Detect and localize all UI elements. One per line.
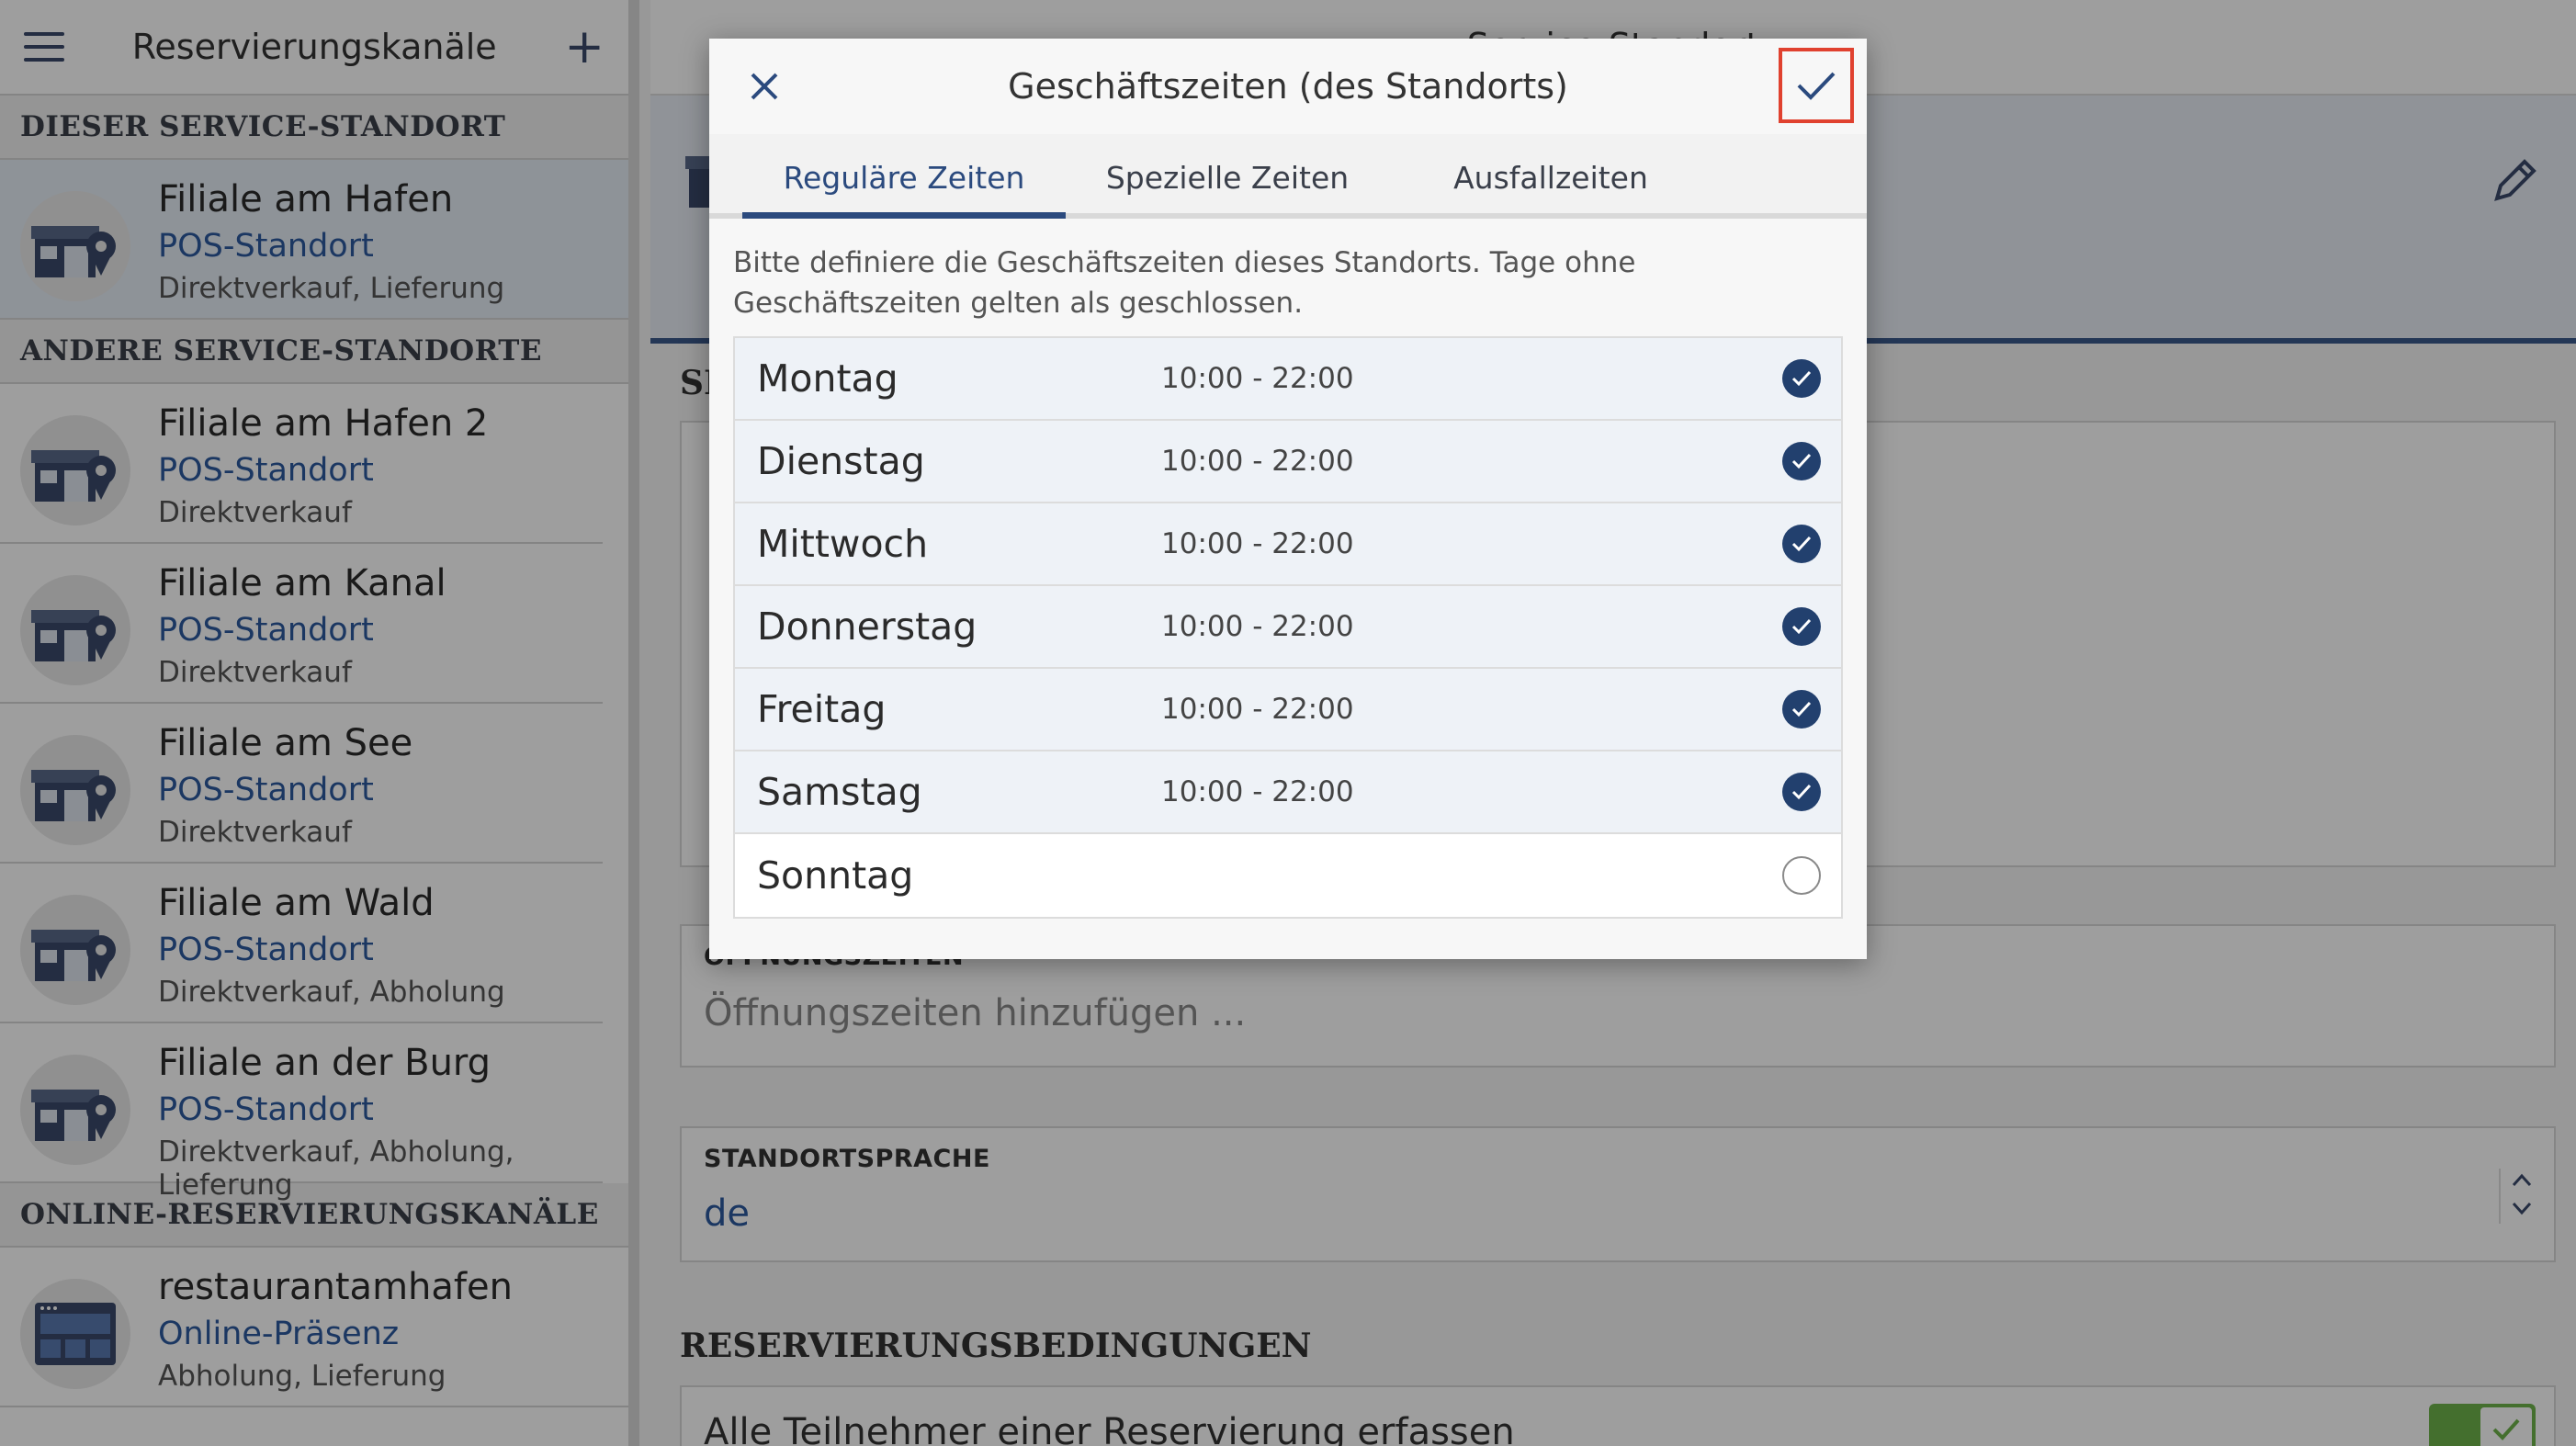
day-hours: 10:00 - 22:00 xyxy=(1161,527,1354,560)
day-checkbox[interactable] xyxy=(1782,773,1821,811)
day-name: Freitag xyxy=(757,687,887,731)
day-checkbox[interactable] xyxy=(1782,359,1821,398)
checkmark-icon xyxy=(1791,453,1812,469)
checkmark-icon xyxy=(1791,618,1812,635)
day-row-sunday[interactable]: Sonntag xyxy=(735,834,1841,917)
day-name: Dienstag xyxy=(757,439,925,483)
day-hours: 10:00 - 22:00 xyxy=(1161,693,1354,726)
day-name: Montag xyxy=(757,356,898,401)
checkmark-icon xyxy=(1791,536,1812,552)
day-name: Sonntag xyxy=(757,853,914,898)
tab-downtimes[interactable]: Ausfallzeiten xyxy=(1389,134,1712,213)
dialog-header: Geschäftszeiten (des Standorts) xyxy=(709,39,1867,134)
day-checkbox[interactable] xyxy=(1782,856,1821,895)
day-name: Mittwoch xyxy=(757,522,929,566)
dialog-description: Bitte definiere die Geschäftszeiten dies… xyxy=(733,246,1636,320)
day-checkbox[interactable] xyxy=(1782,690,1821,729)
day-row-tuesday[interactable]: Dienstag 10:00 - 22:00 xyxy=(735,421,1841,503)
confirm-button[interactable] xyxy=(1779,48,1854,123)
day-name: Samstag xyxy=(757,770,922,814)
checkmark-icon xyxy=(1797,72,1836,100)
day-checkbox[interactable] xyxy=(1782,525,1821,563)
day-hours: 10:00 - 22:00 xyxy=(1161,775,1354,808)
day-checkbox[interactable] xyxy=(1782,607,1821,646)
day-hours: 10:00 - 22:00 xyxy=(1161,445,1354,478)
weekday-list: Montag 10:00 - 22:00 Dienstag 10:00 - 22… xyxy=(733,336,1843,919)
day-row-saturday[interactable]: Samstag 10:00 - 22:00 xyxy=(735,751,1841,834)
day-row-monday[interactable]: Montag 10:00 - 22:00 xyxy=(735,338,1841,421)
dialog-title: Geschäftszeiten (des Standorts) xyxy=(1008,66,1568,107)
close-button[interactable] xyxy=(737,59,792,114)
tab-regular-hours[interactable]: Reguläre Zeiten xyxy=(742,134,1066,219)
day-row-friday[interactable]: Freitag 10:00 - 22:00 xyxy=(735,669,1841,751)
dialog-tabs: Reguläre Zeiten Spezielle Zeiten Ausfall… xyxy=(709,134,1867,219)
day-hours: 10:00 - 22:00 xyxy=(1161,362,1354,395)
day-row-thursday[interactable]: Donnerstag 10:00 - 22:00 xyxy=(735,586,1841,669)
checkmark-icon xyxy=(1791,784,1812,800)
close-icon xyxy=(751,73,778,100)
day-checkbox[interactable] xyxy=(1782,442,1821,480)
day-hours: 10:00 - 22:00 xyxy=(1161,610,1354,643)
day-name: Donnerstag xyxy=(757,604,977,649)
day-row-wednesday[interactable]: Mittwoch 10:00 - 22:00 xyxy=(735,503,1841,586)
tab-special-hours[interactable]: Spezielle Zeiten xyxy=(1066,134,1389,213)
business-hours-dialog: Geschäftszeiten (des Standorts) Reguläre… xyxy=(709,39,1867,959)
checkmark-icon xyxy=(1791,370,1812,387)
checkmark-icon xyxy=(1791,701,1812,717)
